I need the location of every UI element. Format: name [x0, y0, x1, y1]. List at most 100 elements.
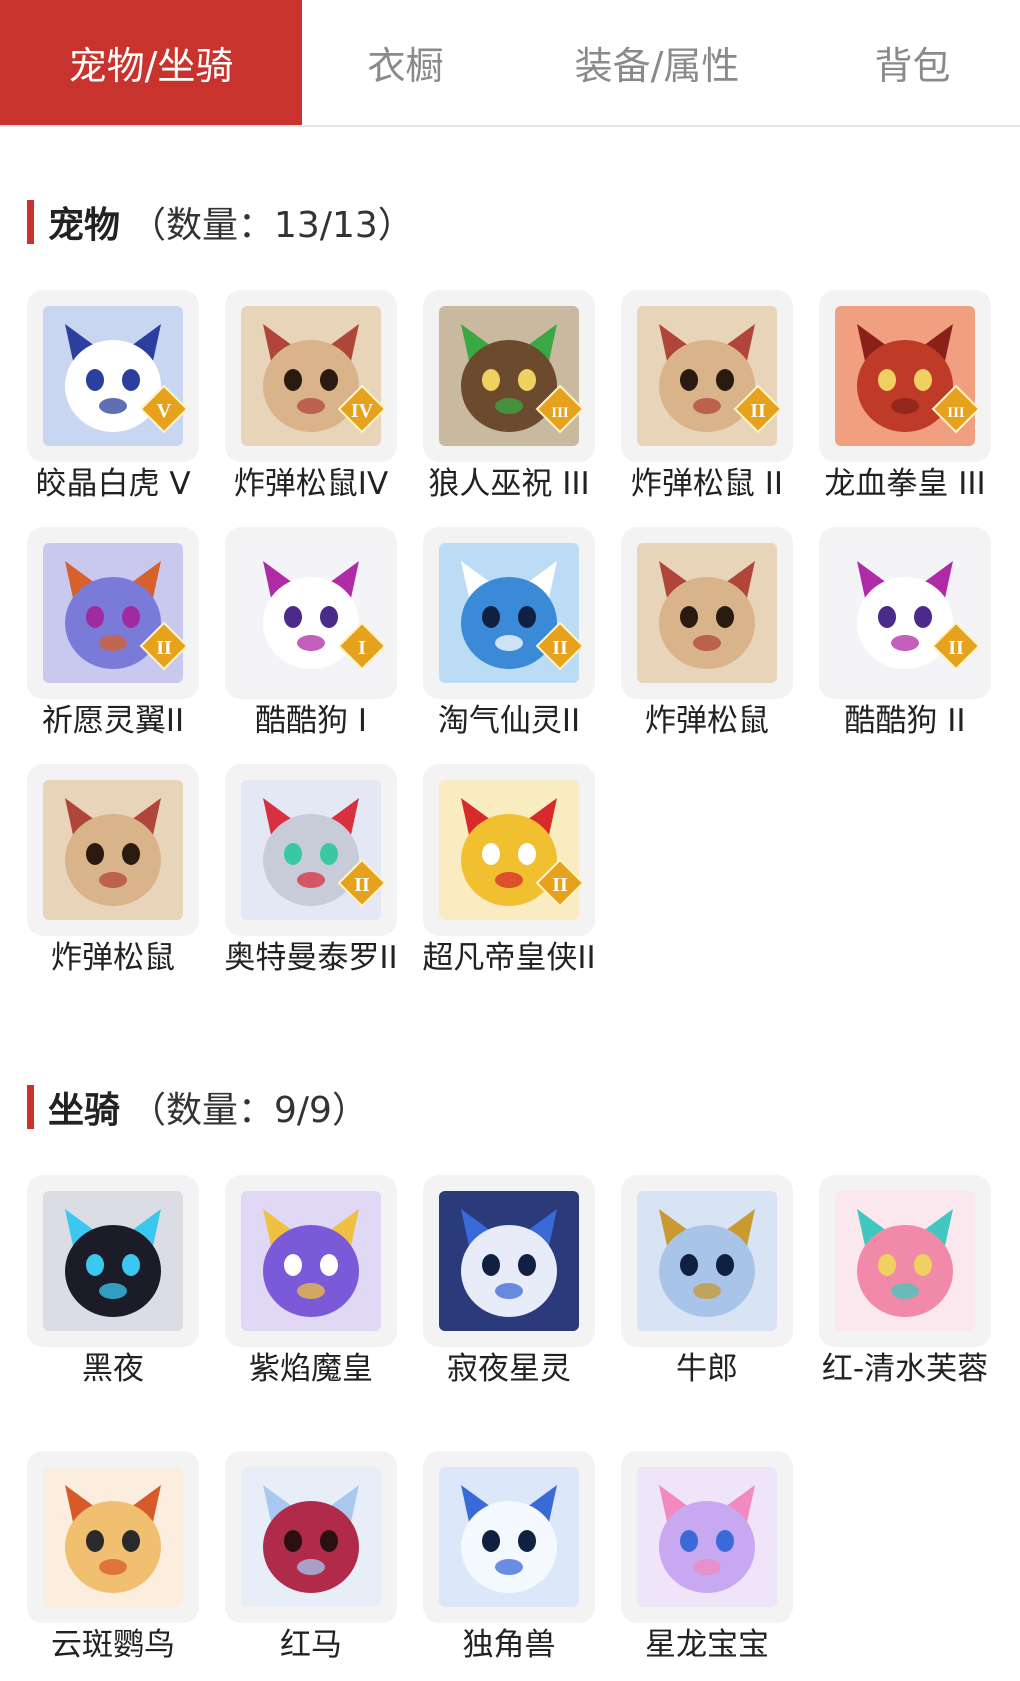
- section-marker: [27, 1085, 34, 1129]
- tab-equipment-attributes[interactable]: 装备/属性: [509, 0, 805, 125]
- tab-backpack[interactable]: 背包: [805, 0, 1020, 125]
- grid-item[interactable]: 牛郎: [621, 1175, 793, 1388]
- squirrel-icon: [43, 780, 183, 920]
- item-name: 奥特曼泰罗II: [224, 940, 398, 976]
- rank-badge: III: [931, 384, 981, 434]
- mounts-section: 坐骑 （数量：9/9）: [0, 1077, 1020, 1137]
- item-card[interactable]: II: [621, 290, 793, 462]
- rank-badge: II: [535, 858, 585, 908]
- item-name: 寂夜星灵: [447, 1351, 571, 1387]
- grid-item[interactable]: 红-清水芙蓉: [819, 1175, 991, 1388]
- item-card[interactable]: III: [423, 290, 595, 462]
- lotus-icon: [835, 1191, 975, 1331]
- svg-text:I: I: [358, 637, 366, 659]
- item-name: 紫焰魔皇: [249, 1351, 373, 1387]
- item-name: 淘气仙灵II: [437, 703, 581, 739]
- svg-text:II: II: [948, 637, 964, 659]
- item-name: 酷酷狗 II: [844, 703, 966, 739]
- item-card[interactable]: [27, 1451, 199, 1623]
- grid-item[interactable]: III 狼人巫祝 III: [423, 290, 595, 503]
- grid-item[interactable]: II 炸弹松鼠 II: [621, 290, 793, 503]
- item-card[interactable]: [225, 1175, 397, 1347]
- rank-badge: II: [337, 858, 387, 908]
- item-card[interactable]: [225, 1451, 397, 1623]
- item-card[interactable]: II: [423, 527, 595, 699]
- grid-item[interactable]: II 祈愿灵翼II: [27, 527, 199, 740]
- item-name: 牛郎: [676, 1351, 738, 1387]
- grid-item[interactable]: I 酷酷狗 I: [225, 527, 397, 740]
- pets-section: 宠物 （数量：13/13）: [0, 192, 1020, 252]
- item-name: 超凡帝皇侠II: [422, 940, 596, 976]
- tab-bar: 宠物/坐骑 衣橱 装备/属性 背包: [0, 0, 1020, 127]
- item-card[interactable]: III: [819, 290, 991, 462]
- rank-badge: II: [733, 384, 783, 434]
- svg-text:II: II: [552, 874, 568, 896]
- rank-badge: III: [535, 384, 585, 434]
- item-name: 炸弹松鼠 II: [630, 466, 784, 502]
- item-card[interactable]: I: [225, 527, 397, 699]
- item-card[interactable]: IV: [225, 290, 397, 462]
- mounts-count: （数量：9/9）: [130, 1090, 368, 1131]
- tab-pets-mounts[interactable]: 宠物/坐骑: [0, 0, 302, 125]
- grid-item[interactable]: 云斑鹦鸟: [27, 1451, 199, 1664]
- rank-badge: II: [931, 621, 981, 671]
- item-card[interactable]: V: [27, 290, 199, 462]
- grid-item[interactable]: V 皎晶白虎 V: [27, 290, 199, 503]
- red-horse-icon: [241, 1467, 381, 1607]
- grid-item[interactable]: 黑夜: [27, 1175, 199, 1388]
- item-name: 龙血拳皇 III: [824, 466, 986, 502]
- rank-badge: II: [139, 621, 189, 671]
- baby-dragon-icon: [637, 1467, 777, 1607]
- item-card[interactable]: [27, 1175, 199, 1347]
- tab-wardrobe[interactable]: 衣橱: [302, 0, 509, 125]
- mounts-header: 坐骑 （数量：9/9）: [0, 1077, 1020, 1137]
- grid-item[interactable]: II 超凡帝皇侠II: [422, 764, 596, 977]
- grid-item[interactable]: 星龙宝宝: [621, 1451, 793, 1664]
- svg-text:V: V: [157, 400, 172, 422]
- svg-text:IV: IV: [351, 400, 374, 422]
- grid-item[interactable]: IV 炸弹松鼠IV: [225, 290, 397, 503]
- grid-item[interactable]: II 奥特曼泰罗II: [224, 764, 398, 977]
- item-card[interactable]: [621, 527, 793, 699]
- svg-text:II: II: [750, 400, 766, 422]
- item-card[interactable]: [27, 764, 199, 936]
- item-card[interactable]: II: [423, 764, 595, 936]
- grid-item[interactable]: 寂夜星灵: [423, 1175, 595, 1388]
- svg-text:III: III: [947, 405, 965, 421]
- item-card[interactable]: [621, 1175, 793, 1347]
- item-card[interactable]: II: [819, 527, 991, 699]
- rank-badge: IV: [337, 384, 387, 434]
- item-name: 黑夜: [82, 1351, 144, 1387]
- item-name: 酷酷狗 I: [255, 703, 367, 739]
- item-name: 炸弹松鼠: [645, 703, 769, 739]
- item-name: 狼人巫祝 III: [428, 466, 590, 502]
- parrot-icon: [43, 1467, 183, 1607]
- item-card[interactable]: [423, 1175, 595, 1347]
- item-name: 云斑鹦鸟: [51, 1627, 175, 1663]
- grid-item[interactable]: 紫焰魔皇: [225, 1175, 397, 1388]
- item-card[interactable]: II: [225, 764, 397, 936]
- item-card[interactable]: [621, 1451, 793, 1623]
- grid-item[interactable]: II 酷酷狗 II: [819, 527, 991, 740]
- svg-text:II: II: [156, 637, 172, 659]
- item-card[interactable]: [423, 1451, 595, 1623]
- item-name: 星龙宝宝: [645, 1627, 769, 1663]
- pets-header: 宠物 （数量：13/13）: [0, 192, 1020, 252]
- item-card[interactable]: II: [27, 527, 199, 699]
- grid-item[interactable]: 独角兽: [423, 1451, 595, 1664]
- grid-item[interactable]: II 淘气仙灵II: [423, 527, 595, 740]
- svg-text:III: III: [551, 405, 569, 421]
- section-marker: [27, 200, 34, 244]
- grid-item[interactable]: III 龙血拳皇 III: [819, 290, 991, 503]
- ox-icon: [637, 1191, 777, 1331]
- black-dragon-icon: [43, 1191, 183, 1331]
- purple-phoenix-icon: [241, 1191, 381, 1331]
- grid-item[interactable]: 炸弹松鼠: [27, 764, 199, 977]
- item-name: 炸弹松鼠IV: [233, 466, 389, 502]
- item-name: 独角兽: [462, 1627, 556, 1663]
- item-card[interactable]: [819, 1175, 991, 1347]
- svg-text:II: II: [354, 874, 370, 896]
- star-wolf-icon: [439, 1191, 579, 1331]
- grid-item[interactable]: 红马: [225, 1451, 397, 1664]
- grid-item[interactable]: 炸弹松鼠: [621, 527, 793, 740]
